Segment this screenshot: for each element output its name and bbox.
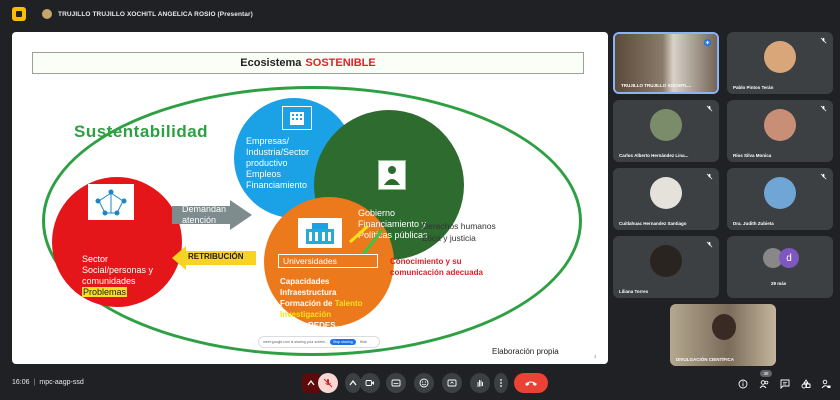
mic-off-icon: [323, 378, 333, 388]
video-camera-icon: [365, 380, 374, 386]
mic-off-icon: [820, 173, 827, 180]
presenter-avatar: [42, 9, 52, 19]
camera-button[interactable]: [360, 373, 380, 393]
participant-name: Dra. Judith Zubieta: [733, 221, 774, 226]
participant-name: Cuitlahuac Hernandez Santiago: [619, 221, 687, 226]
presenter-label: TRUJILLO TRUJILLO XOCHITL ANGELICA ROSIO…: [42, 9, 253, 19]
sector-text: Sector Social/personas y comunidades Pro…: [82, 254, 154, 297]
network-icon: [88, 184, 134, 220]
meeting-info: 16:06 | mpc-aagp-ssd: [12, 379, 84, 386]
participant-silhouette: [712, 314, 736, 340]
participant-tile[interactable]: TRUJILLO TRUJILLO XOCHITL...: [613, 32, 719, 94]
sharing-toast: meet.google.com is sharing your screen. …: [258, 336, 380, 348]
meeting-details-button[interactable]: [737, 378, 749, 390]
participant-avatar: [650, 245, 682, 277]
participant-avatar: [764, 177, 796, 209]
chevron-up-icon: [349, 380, 357, 386]
participant-name: Pablo Pintos Terán: [733, 85, 774, 90]
participant-tile[interactable]: Dra. Judith Zubieta: [727, 168, 833, 230]
participant-name: Liliana Torres: [619, 289, 649, 294]
presenting-icon: [12, 7, 26, 21]
empresas-text: Empresas/ Industria/Sector productivo Em…: [246, 136, 310, 190]
derechos-text: Derechos humanos Ética y justicia: [422, 221, 496, 243]
activities-button[interactable]: [800, 378, 812, 390]
present-screen-icon: [447, 379, 457, 387]
raise-hand-button[interactable]: [470, 373, 490, 393]
hand-icon: [477, 380, 483, 387]
participant-name: Ríos Silva Monica: [733, 153, 772, 158]
participant-avatar: [764, 41, 796, 73]
slide-page-number: 3: [594, 354, 597, 359]
demandan-text: Demandan atención: [182, 204, 227, 225]
participant-name: TRUJILLO TRUJILLO XOCHITL...: [621, 83, 691, 88]
bottom-bar: 16:06 | mpc-aagp-ssd 38: [0, 370, 840, 400]
participant-tile[interactable]: Carlos Alberto Hernández Lina...: [613, 100, 719, 162]
meet-window: TRUJILLO TRUJILLO XOCHITL ANGELICA ROSIO…: [0, 0, 840, 400]
present-button[interactable]: [442, 373, 462, 393]
mic-off-icon: [706, 105, 713, 112]
participant-name: DIVULGACIÓN CIENTÍFICA: [676, 357, 734, 362]
slide-title-prefix: Ecosistema: [240, 57, 302, 69]
more-vert-icon: [500, 379, 502, 387]
sharing-toast-text: meet.google.com is sharing your screen.: [263, 340, 327, 344]
host-controls-button[interactable]: [820, 378, 832, 390]
top-bar: TRUJILLO TRUJILLO XOCHITL ANGELICA ROSIO…: [0, 0, 840, 28]
university-icon: [298, 218, 342, 248]
elaboracion-text: Elaboración propia: [492, 347, 559, 356]
participant-avatar-letter: d: [779, 248, 799, 268]
people-count-badge: 38: [760, 370, 772, 377]
chevron-up-icon: [307, 380, 315, 386]
emoji-icon: [419, 378, 429, 388]
mic-off-icon: [706, 173, 713, 180]
more-participants-tile[interactable]: d 29 más: [727, 236, 833, 298]
people-icon: [759, 380, 769, 389]
shared-screen: Ecosistema SOSTENIBLE Sustentabilidad Em…: [12, 32, 608, 364]
universidades-label: Universidades: [278, 254, 378, 268]
meeting-code: mpc-aagp-ssd: [39, 379, 84, 386]
participant-tile[interactable]: Liliana Torres: [613, 236, 719, 298]
clock-time: 16:06: [12, 379, 30, 386]
chat-button[interactable]: [779, 378, 791, 390]
slide-title: Ecosistema SOSTENIBLE: [32, 52, 584, 74]
retribucion-text: RETRIBUCIÓN: [188, 252, 244, 261]
slide-title-accent: SOSTENIBLE: [305, 57, 376, 69]
info-icon: [738, 379, 748, 389]
participant-avatar: [764, 109, 796, 141]
participant-name: Carlos Alberto Hernández Lina...: [619, 153, 689, 158]
mic-off-icon: [706, 241, 713, 248]
captions-icon: [391, 379, 401, 387]
mic-off-icon: [820, 37, 827, 44]
camera-options-button[interactable]: [345, 373, 361, 393]
participant-tile[interactable]: Pablo Pintos Terán: [727, 32, 833, 94]
speaking-icon: [704, 39, 711, 46]
chat-icon: [780, 379, 790, 389]
people-button[interactable]: 38: [758, 370, 772, 390]
leave-call-button[interactable]: [514, 373, 548, 393]
problemas-highlight: Problemas: [82, 287, 128, 297]
person-icon: [378, 160, 406, 190]
shapes-icon: [801, 379, 811, 389]
captions-button[interactable]: [386, 373, 406, 393]
stop-sharing-button[interactable]: Stop sharing: [330, 339, 356, 345]
participant-avatar: [650, 177, 682, 209]
participant-avatar: [650, 109, 682, 141]
universidades-list: Capacidades Infraestructura Formación de…: [280, 277, 363, 330]
hide-toast-button[interactable]: Hide: [360, 340, 367, 344]
conocimiento-text: Conocimiento y su comunicación adecuada: [390, 257, 483, 277]
end-call-icon: [525, 381, 537, 386]
lock-person-icon: [821, 379, 831, 389]
mic-button[interactable]: [318, 373, 338, 393]
participant-tile[interactable]: Cuitlahuac Hernandez Santiago: [613, 168, 719, 230]
more-count: 29 más: [771, 281, 787, 286]
more-options-button[interactable]: [494, 373, 508, 393]
participant-tile[interactable]: Ríos Silva Monica: [727, 100, 833, 162]
building-icon: [282, 106, 312, 130]
sustentabilidad-label: Sustentabilidad: [74, 122, 209, 141]
mic-off-icon: [820, 105, 827, 112]
presenter-name: TRUJILLO TRUJILLO XOCHITL ANGELICA ROSIO…: [58, 10, 253, 18]
self-view-tile[interactable]: DIVULGACIÓN CIENTÍFICA: [670, 304, 776, 366]
reactions-button[interactable]: [414, 373, 434, 393]
